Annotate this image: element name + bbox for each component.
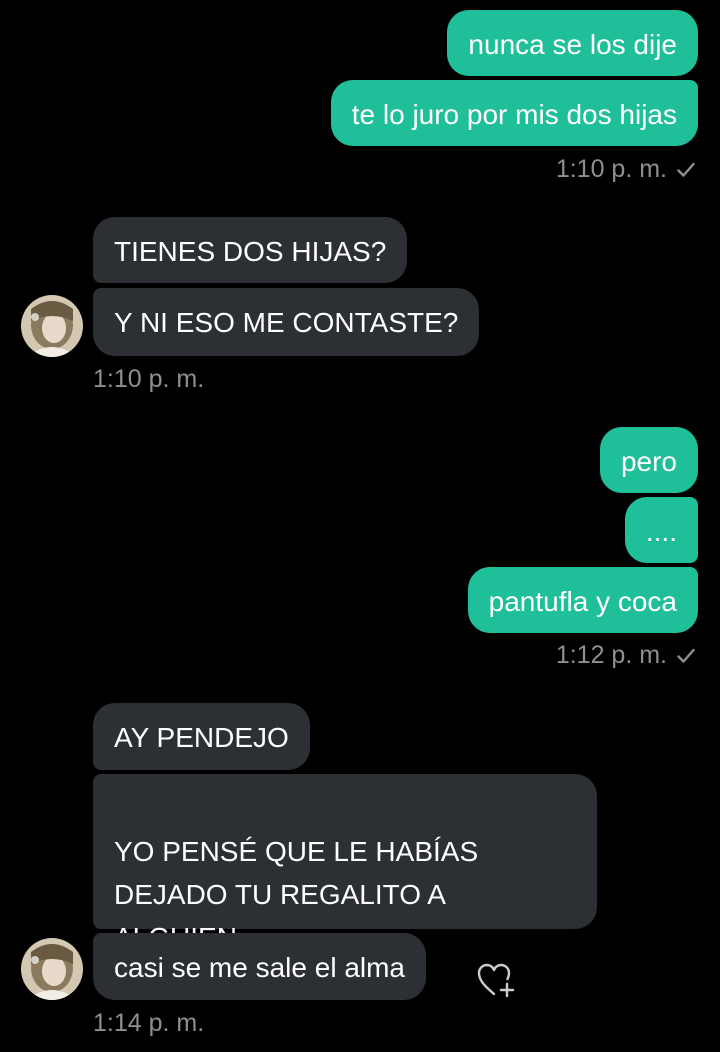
message-text: nunca se los dije [468,29,677,60]
heart-add-icon[interactable] [476,962,516,998]
message-text: .... [645,516,677,547]
message-timestamp: 1:14 p. m. [93,1009,205,1037]
message-text: pero [620,446,677,477]
incoming-message[interactable]: AY PENDEJO [93,703,310,770]
message-timestamp: 1:10 p. m. [93,365,205,393]
incoming-message[interactable]: Y NI ESO ME CONTASTE? [93,288,480,356]
message-text: pantufla y coca [488,586,677,617]
check-icon [677,648,695,663]
message-text: AY PENDEJO [114,722,289,753]
outgoing-message[interactable]: .... [624,497,698,563]
message-text: te lo juro por mis dos hijas [351,99,677,130]
message-text: TIENES DOS HIJAS? [114,236,387,267]
message-text: casi se me sale el alma [114,952,406,983]
message-timestamp: 1:12 p. m. [556,640,695,670]
avatar[interactable] [21,295,83,357]
message-timestamp: 1:10 p. m. [556,154,695,184]
incoming-message[interactable]: casi se me sale el alma [93,933,427,1000]
avatar-image [21,938,83,1000]
avatar[interactable] [21,938,83,1000]
avatar-image [21,295,83,357]
message-text: Y NI ESO ME CONTASTE? [114,307,459,338]
outgoing-message[interactable]: nunca se los dije [447,10,698,76]
outgoing-message[interactable]: te lo juro por mis dos hijas [330,80,698,146]
check-icon [677,162,695,177]
incoming-message[interactable]: TIENES DOS HIJAS? [93,217,408,283]
outgoing-message[interactable]: pero [599,427,698,493]
outgoing-message[interactable]: pantufla y coca [467,567,698,633]
incoming-message[interactable]: YO PENSÉ QUE LE HABÍAS DEJADO TU REGALIT… [93,774,597,953]
